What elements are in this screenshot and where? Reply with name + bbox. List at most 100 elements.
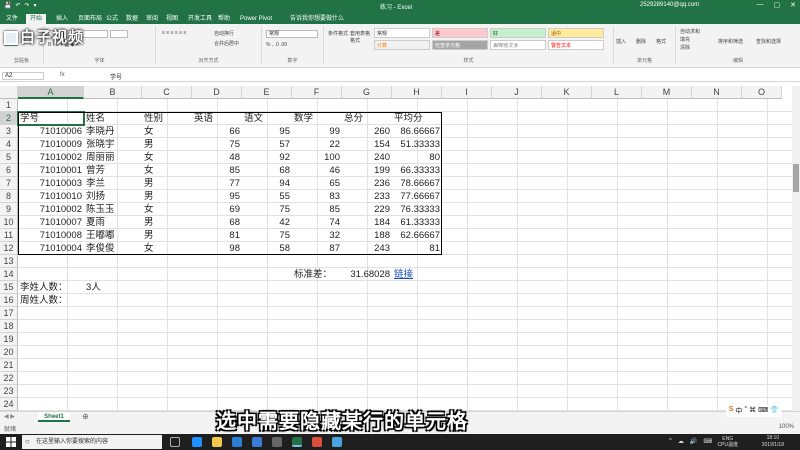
row-header[interactable]: 11: [0, 229, 18, 242]
table-cell[interactable]: 81: [192, 229, 242, 242]
column-header[interactable]: A: [18, 86, 84, 99]
find-select-button[interactable]: 查找和选择: [756, 38, 781, 45]
table-cell[interactable]: 92: [242, 151, 292, 164]
table-cell[interactable]: 71010008: [18, 229, 84, 242]
table-cell[interactable]: 71010009: [18, 138, 84, 151]
table-cell[interactable]: 周丽丽: [84, 151, 142, 164]
fill-button[interactable]: 填充: [680, 36, 690, 43]
row-header[interactable]: 20: [0, 346, 18, 359]
column-title-cell[interactable]: 学号: [18, 112, 84, 125]
column-header[interactable]: M: [642, 86, 692, 99]
table-cell[interactable]: 男: [142, 229, 192, 242]
table-cell[interactable]: 女: [142, 164, 192, 177]
table-cell[interactable]: 260: [342, 125, 392, 138]
table-cell[interactable]: 100: [292, 151, 342, 164]
table-cell[interactable]: 81: [392, 242, 442, 255]
table-cell[interactable]: 曾芳: [84, 164, 142, 177]
table-cell[interactable]: 85: [192, 164, 242, 177]
table-cell[interactable]: 95: [242, 125, 292, 138]
fx-icon[interactable]: fx: [60, 72, 65, 78]
windows-start-icon[interactable]: [6, 437, 16, 447]
table-cell[interactable]: 夏雨: [84, 216, 142, 229]
cloud-icon[interactable]: ☁: [678, 438, 684, 445]
tab-home[interactable]: 开始: [26, 14, 47, 24]
row-header[interactable]: 2: [0, 112, 18, 125]
tab-developer[interactable]: 开发工具: [188, 14, 212, 24]
number-format-select[interactable]: 常规: [266, 30, 318, 38]
column-header[interactable]: H: [392, 86, 442, 99]
table-cell[interactable]: 71010006: [18, 125, 84, 138]
tab-review[interactable]: 审阅: [146, 14, 158, 24]
column-header[interactable]: J: [492, 86, 542, 99]
table-cell[interactable]: 229: [342, 203, 392, 216]
row-header[interactable]: 3: [0, 125, 18, 138]
table-cell[interactable]: 240: [342, 151, 392, 164]
row-header[interactable]: 10: [0, 216, 18, 229]
language-indicator[interactable]: ENG CPU温度: [717, 436, 738, 448]
table-cell[interactable]: 83: [292, 190, 342, 203]
undo-icon[interactable]: ↶: [15, 2, 20, 9]
table-cell[interactable]: 71010002: [18, 203, 84, 216]
insert-cells-button[interactable]: 插入: [616, 38, 626, 45]
table-cell[interactable]: 陈玉玉: [84, 203, 142, 216]
media-icon[interactable]: [312, 437, 322, 447]
table-cell[interactable]: 张晓宇: [84, 138, 142, 151]
table-format-button[interactable]: 套用表格格式: [350, 30, 374, 44]
row-header[interactable]: 21: [0, 359, 18, 372]
tab-help[interactable]: 帮助: [218, 14, 230, 24]
table-cell[interactable]: 75: [242, 203, 292, 216]
worksheet-grid[interactable]: ABCDEFGHIJKLMNO 1 2 3 4 5 6 7 8 9 10 11 12 13 14 15 16 1…: [0, 86, 792, 411]
column-header[interactable]: E: [242, 86, 292, 99]
clear-button[interactable]: 清除: [680, 44, 690, 51]
table-cell[interactable]: 男: [142, 216, 192, 229]
table-cell[interactable]: 男: [142, 190, 192, 203]
table-cell[interactable]: 71010003: [18, 177, 84, 190]
excel-taskbar-icon[interactable]: [292, 437, 302, 447]
zhou-count-label[interactable]: 周姓人数：: [18, 294, 84, 307]
column-header[interactable]: K: [542, 86, 592, 99]
table-cell[interactable]: 71010004: [18, 242, 84, 255]
edge-browser-icon[interactable]: [192, 437, 202, 447]
std-dev-label[interactable]: 标准差：: [292, 268, 342, 281]
style-neutral[interactable]: 适中: [548, 28, 604, 38]
table-cell[interactable]: 71010002: [18, 151, 84, 164]
file-explorer-icon[interactable]: [212, 437, 222, 447]
tab-file[interactable]: 文件: [6, 14, 18, 24]
zoom-level[interactable]: 100%: [779, 424, 794, 430]
style-explanatory[interactable]: 解释性文本: [490, 40, 546, 50]
table-cell[interactable]: 女: [142, 242, 192, 255]
align-icons[interactable]: ≡ ≡ ≡ ≡ ≡ ≡: [162, 30, 186, 36]
table-cell[interactable]: 65: [292, 177, 342, 190]
scroll-thumb[interactable]: [793, 164, 799, 192]
table-cell[interactable]: 77.66667: [392, 190, 442, 203]
maximize-button[interactable]: ▢: [774, 1, 781, 9]
table-cell[interactable]: 女: [142, 203, 192, 216]
select-all-corner[interactable]: [0, 86, 18, 99]
sort-filter-button[interactable]: 排序和筛选: [718, 38, 743, 45]
close-button[interactable]: ✕: [790, 1, 796, 9]
table-cell[interactable]: 王嘟嘟: [84, 229, 142, 242]
column-header[interactable]: I: [442, 86, 492, 99]
style-check-cell[interactable]: 检查单元格: [432, 40, 488, 50]
row-header[interactable]: 18: [0, 320, 18, 333]
table-cell[interactable]: 74: [292, 216, 342, 229]
table-cell[interactable]: 86.66667: [392, 125, 442, 138]
name-box[interactable]: A2: [2, 72, 44, 80]
style-good[interactable]: 好: [490, 28, 546, 38]
table-cell[interactable]: 62.66667: [392, 229, 442, 242]
table-cell[interactable]: 75: [242, 229, 292, 242]
table-cell[interactable]: 184: [342, 216, 392, 229]
table-cell[interactable]: 66.33333: [392, 164, 442, 177]
table-cell[interactable]: 77: [192, 177, 242, 190]
minimize-button[interactable]: —: [757, 1, 764, 9]
table-cell[interactable]: 22: [292, 138, 342, 151]
table-cell[interactable]: 32: [292, 229, 342, 242]
row-header[interactable]: 5: [0, 151, 18, 164]
volume-icon[interactable]: 🔊: [690, 438, 697, 445]
save-icon[interactable]: 💾: [4, 2, 11, 9]
table-cell[interactable]: 233: [342, 190, 392, 203]
wrap-text-button[interactable]: 自动换行: [214, 30, 234, 37]
column-header[interactable]: G: [342, 86, 392, 99]
add-sheet-icon[interactable]: ⊕: [82, 412, 89, 421]
row-header[interactable]: 24: [0, 398, 18, 411]
